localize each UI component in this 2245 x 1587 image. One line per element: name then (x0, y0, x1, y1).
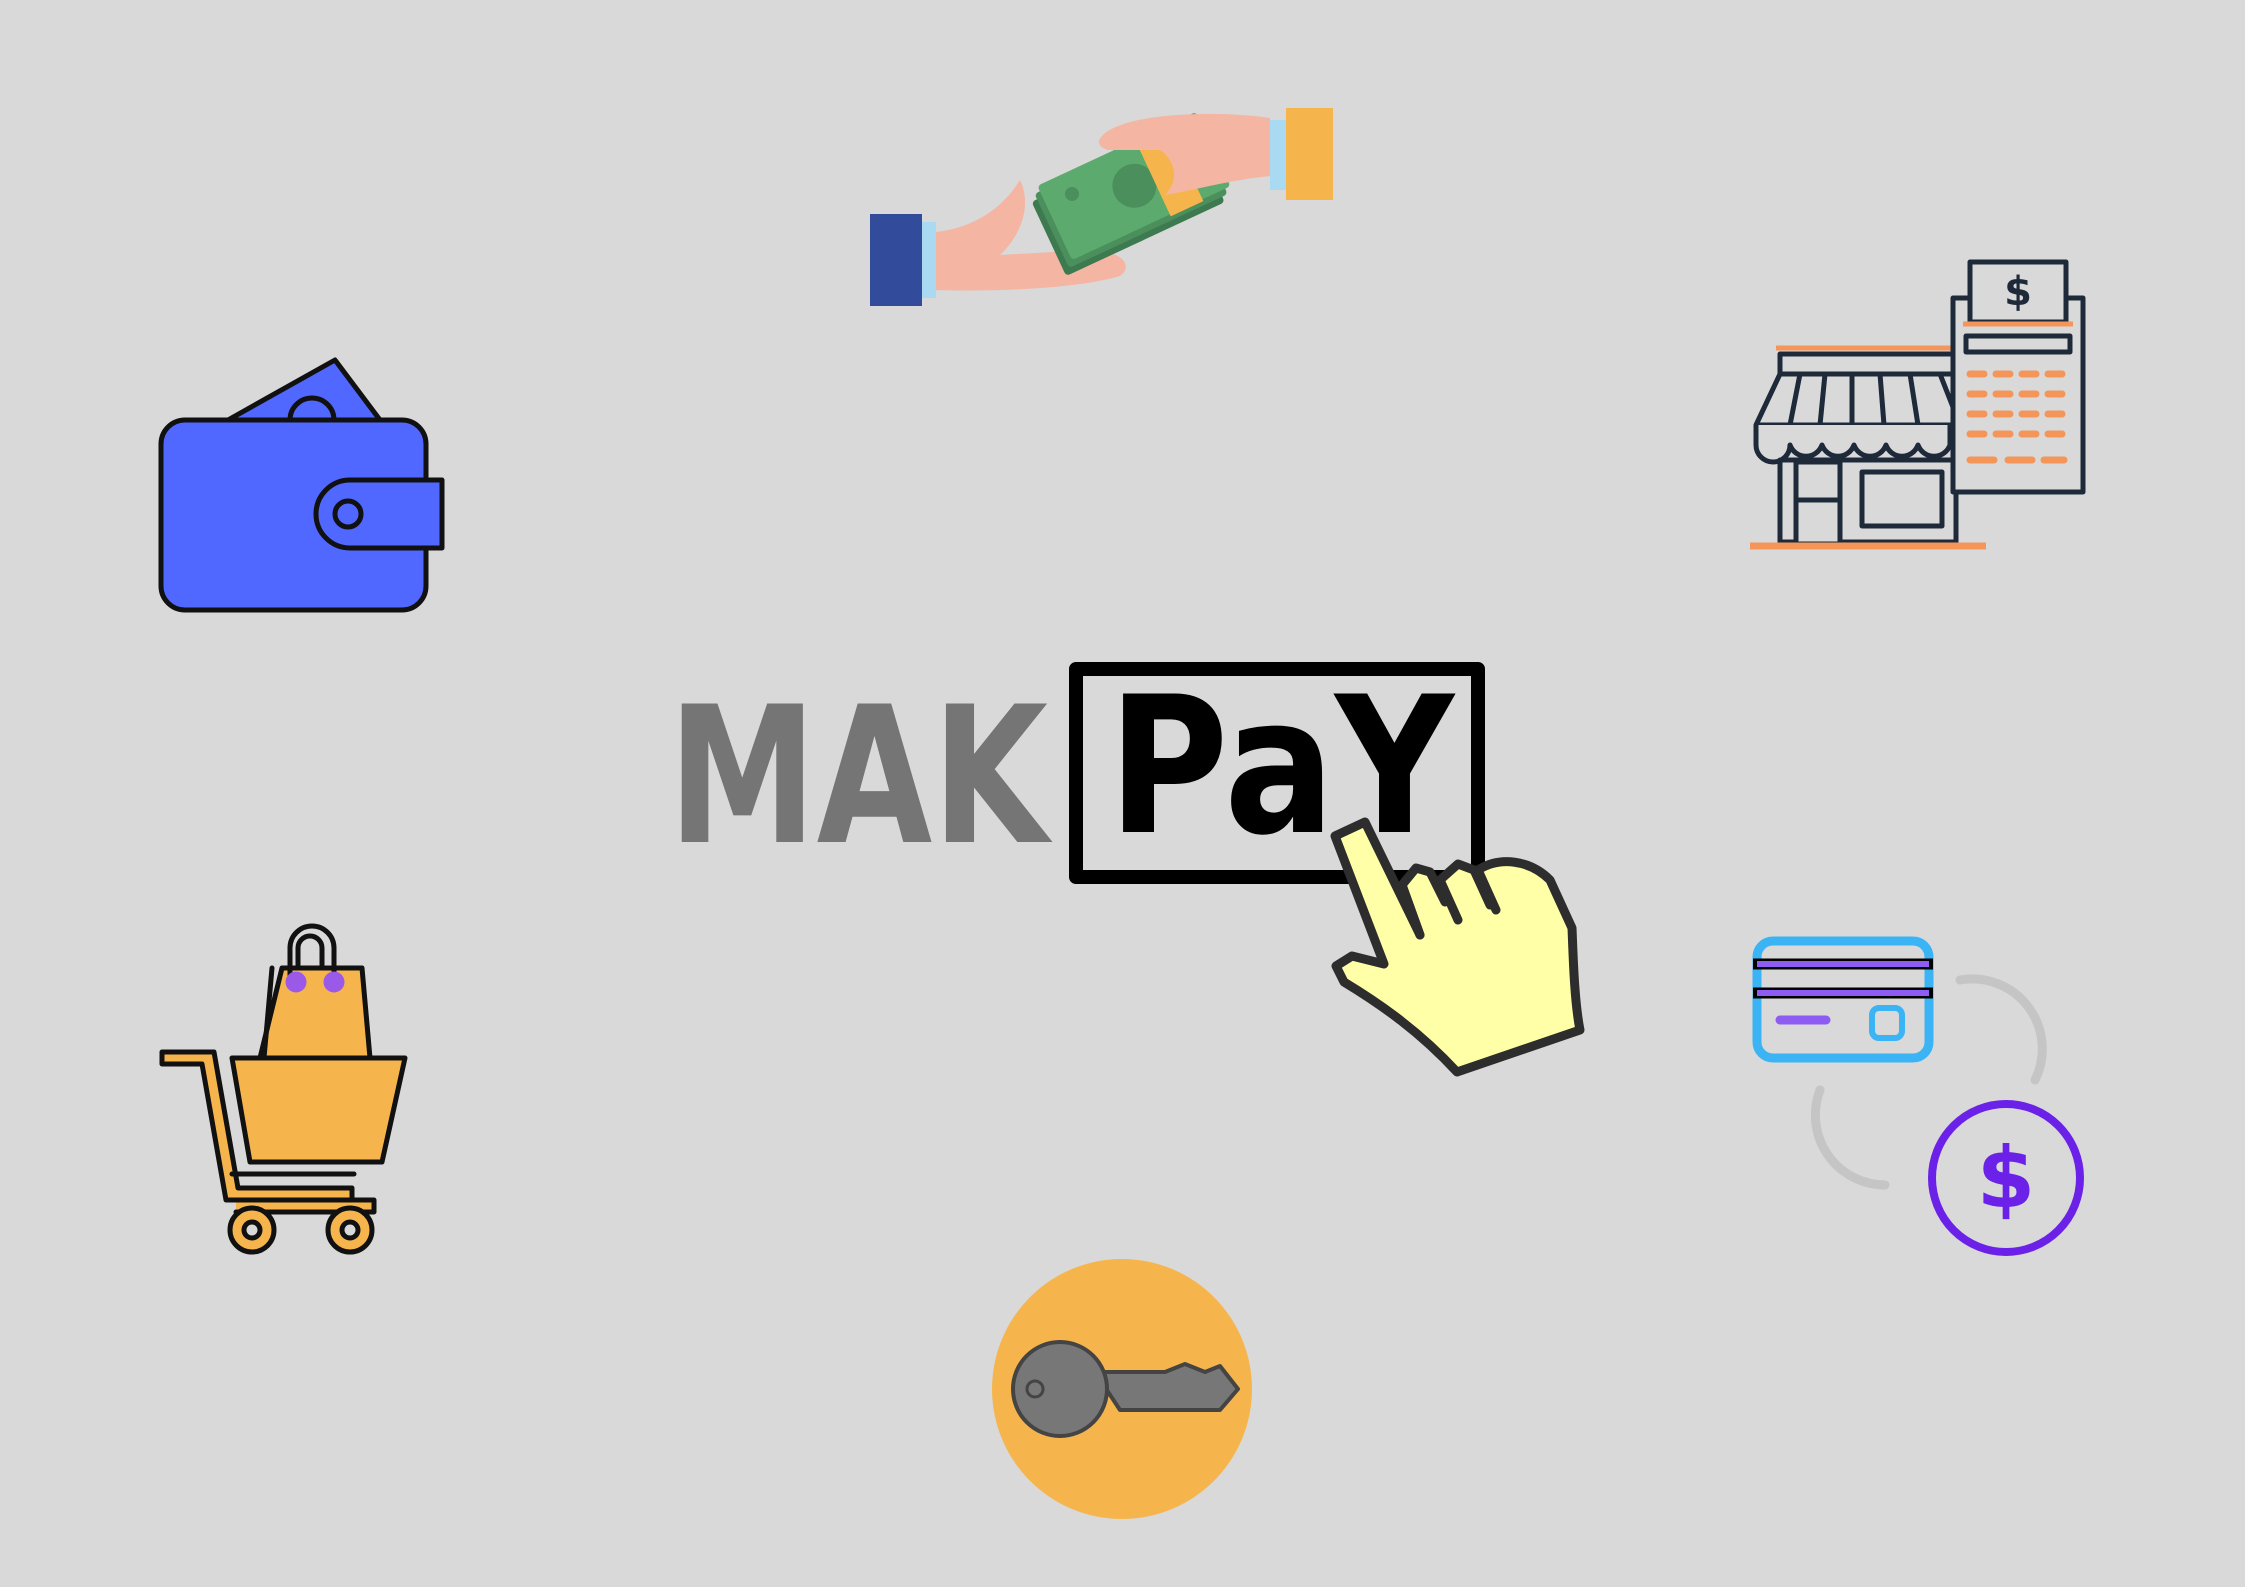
svg-text:$: $ (2004, 269, 2032, 315)
cash-handover-icon (870, 108, 1333, 306)
logo-mak-text: MAK (668, 666, 1053, 887)
wallet-icon (158, 357, 445, 613)
shopping-cart-icon (159, 923, 408, 1255)
pointing-hand-cursor-icon (1330, 817, 1585, 1077)
svg-text:$: $ (1977, 1129, 2035, 1227)
storefront-receipt-icon: $ (1750, 259, 2086, 550)
logo-pay-text: PaY (1108, 656, 1456, 877)
illustration-canvas: $ $ MAK PaY (158, 108, 2086, 1519)
key-icon (992, 1259, 1252, 1519)
card-to-coin-exchange-icon: $ (1752, 936, 2084, 1256)
